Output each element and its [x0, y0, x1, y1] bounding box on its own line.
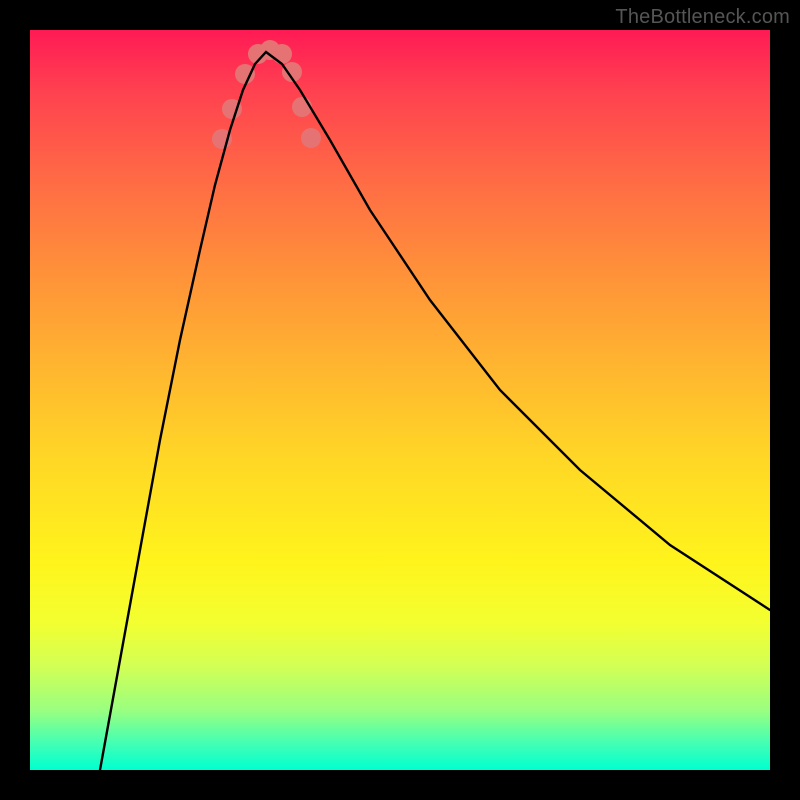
curve-path	[100, 52, 770, 770]
chart-area	[30, 30, 770, 770]
bottleneck-curve	[30, 30, 770, 770]
watermark-text: TheBottleneck.com	[615, 6, 790, 29]
